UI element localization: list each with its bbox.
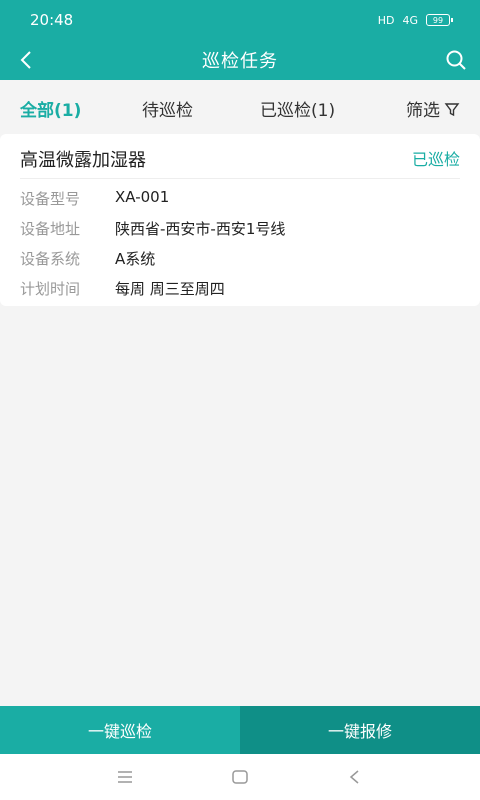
back-arrow-icon[interactable] [14,48,38,72]
field-row-system: 设备系统 A系统 [20,248,155,269]
hd-indicator: HD [377,13,395,27]
field-value: 陕西省-西安市-西安1号线 [115,220,286,238]
field-row-address: 设备地址 陕西省-西安市-西安1号线 [20,218,285,239]
back-icon[interactable] [346,768,364,786]
search-icon[interactable] [444,48,468,72]
status-indicators: HD 4G 99 [377,13,453,27]
inspect-all-button[interactable]: 一键巡检 [0,706,240,754]
task-card[interactable]: 高温微露加湿器 已巡检 设备型号 XA-001 设备地址 陕西省-西安市-西安1… [0,134,480,306]
field-value: XA-001 [115,188,170,206]
field-label: 设备系统 [20,250,81,268]
tab-all[interactable]: 全部(1) [20,96,81,121]
card-divider [20,178,460,179]
report-repair-button[interactable]: 一键报修 [240,706,480,754]
bottom-action-bar: 一键巡检 一键报修 [0,706,480,754]
app-header: 20:48 HD 4G 99 巡检任务 [0,0,480,80]
field-row-model: 设备型号 XA-001 [20,188,169,209]
device-name: 高温微露加湿器 [20,150,146,171]
status-bar: 20:48 HD 4G 99 [0,0,480,40]
field-value: A系统 [115,250,156,268]
nav-bar: 巡检任务 [0,40,480,80]
status-time: 20:48 [30,11,74,29]
field-value: 每周 周三至周四 [115,280,225,298]
tab-pending[interactable]: 待巡检 [142,96,193,121]
field-label: 设备地址 [20,220,81,238]
filter-button[interactable]: 筛选 [406,96,460,121]
status-badge: 已巡检 [411,150,460,169]
field-label: 计划时间 [20,280,81,298]
tab-completed[interactable]: 已巡检(1) [260,96,335,121]
tab-bar: 全部(1) 待巡检 已巡检(1) 筛选 [0,80,480,134]
field-label: 设备型号 [20,190,81,208]
filter-icon [444,102,460,116]
field-row-schedule: 计划时间 每周 周三至周四 [20,278,225,299]
menu-icon[interactable] [116,768,134,786]
battery-level: 99 [432,15,444,25]
page-title: 巡检任务 [202,51,278,72]
battery-icon: 99 [426,14,453,26]
signal-icon: 4G [402,13,418,27]
home-icon[interactable] [231,768,249,786]
system-nav-bar [0,754,480,800]
filter-label: 筛选 [406,101,440,121]
